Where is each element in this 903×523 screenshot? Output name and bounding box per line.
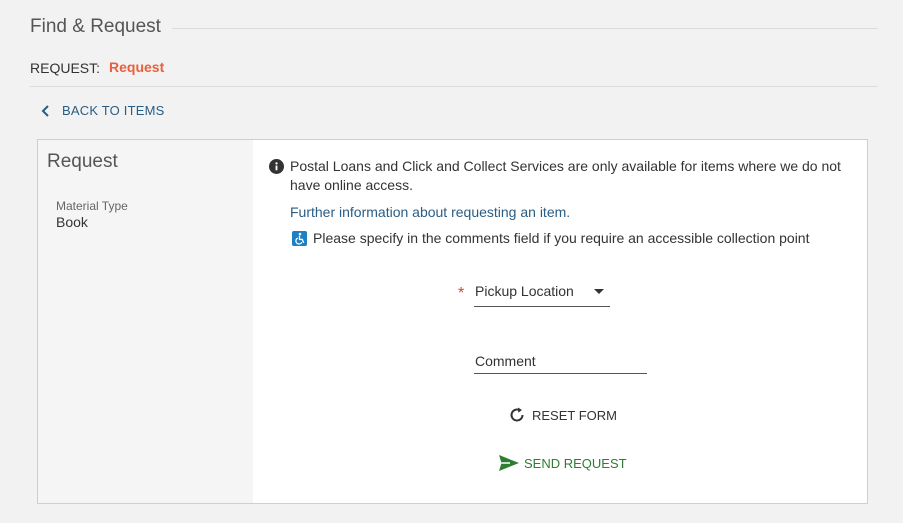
send-request-label: SEND REQUEST	[524, 455, 627, 471]
required-marker: *	[458, 285, 465, 302]
reset-form-button[interactable]: RESET FORM	[508, 406, 617, 424]
back-to-items-link[interactable]: BACK TO ITEMS	[40, 103, 165, 118]
comment-field[interactable]: Comment	[474, 349, 647, 374]
request-card-title: Request	[47, 151, 118, 172]
availability-notice: Postal Loans and Click and Collect Servi…	[290, 158, 841, 193]
pickup-location-select[interactable]: Pickup Location	[474, 280, 610, 307]
requesting-info-link[interactable]: Further information about requesting an …	[290, 204, 570, 220]
material-type-label: Material Type	[56, 199, 128, 213]
info-icon	[269, 159, 284, 174]
refresh-icon	[510, 407, 524, 422]
accessibility-note: Please specify in the comments field if …	[313, 230, 810, 246]
caret-down-icon	[594, 289, 604, 294]
page-title: Find & Request	[30, 16, 161, 37]
header-divider	[172, 28, 878, 29]
back-to-items-label: BACK TO ITEMS	[62, 103, 165, 118]
section-header: Find & Request	[30, 16, 878, 40]
send-icon	[499, 455, 519, 471]
comment-label: Comment	[475, 353, 536, 369]
accessibility-icon	[292, 231, 307, 246]
chevron-left-icon	[41, 104, 49, 117]
reset-form-label: RESET FORM	[532, 407, 617, 423]
request-card: Request Material Type Book Postal Loans …	[37, 139, 868, 504]
request-label: REQUEST:	[30, 60, 101, 76]
pickup-location-label: Pickup Location	[475, 283, 574, 299]
request-type-value: Request	[109, 59, 165, 75]
request-type-row: REQUEST: Request	[30, 58, 878, 87]
request-sidebar: Request Material Type Book	[38, 140, 253, 503]
material-type-value: Book	[56, 214, 88, 230]
send-request-button[interactable]: SEND REQUEST	[498, 454, 627, 472]
